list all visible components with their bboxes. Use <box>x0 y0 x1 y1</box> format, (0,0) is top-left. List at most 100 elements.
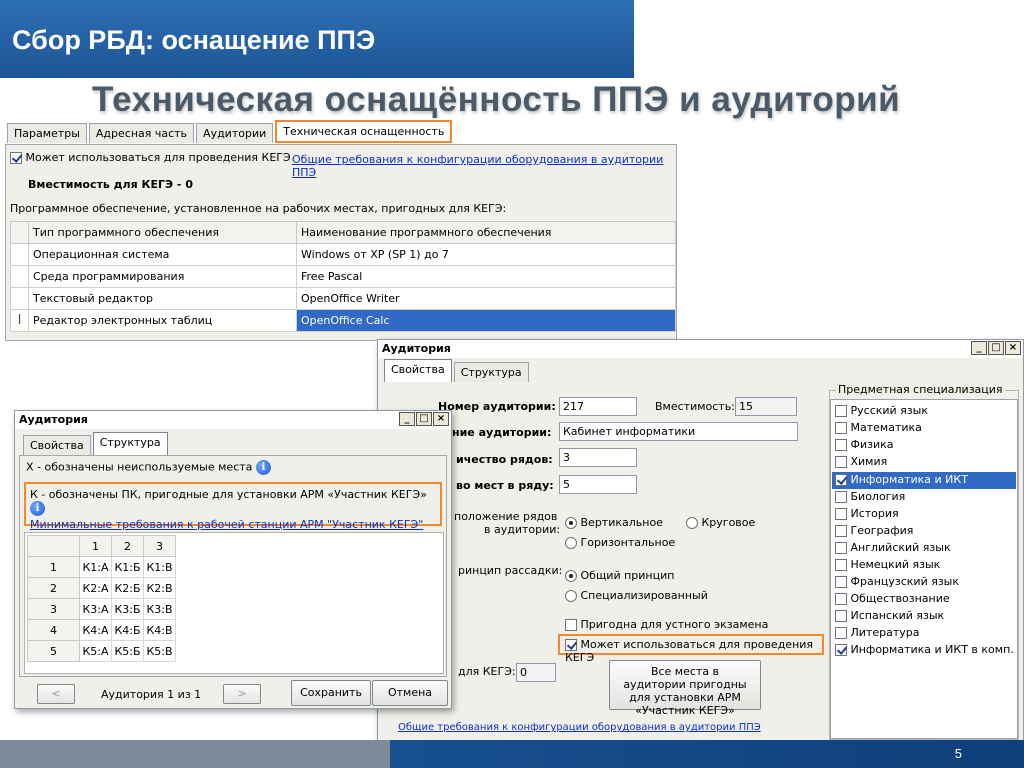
subject-item[interactable]: Химия <box>835 455 887 468</box>
number-input[interactable]: 217 <box>559 397 637 416</box>
layout-horizontal-radio[interactable] <box>565 537 577 549</box>
seating-general-radio[interactable] <box>565 570 577 582</box>
seat-cell[interactable]: К1:В <box>143 556 176 578</box>
seats-label: во мест в ряду: <box>456 479 554 492</box>
seat-cell[interactable]: К4:А <box>79 619 112 641</box>
props-title-bar: Аудитория _ □ × <box>378 340 1023 358</box>
kege-cap-input[interactable]: 0 <box>516 663 556 682</box>
rows-input[interactable]: 3 <box>559 448 637 467</box>
subjects-list[interactable]: Русский язык Математика Физика Химия Инф… <box>830 399 1018 739</box>
struct-panel: X - обозначены неиспользуемые места i К … <box>19 455 447 677</box>
seat-cell[interactable]: К5:А <box>79 640 112 662</box>
tab-address[interactable]: Адресная часть <box>88 123 195 143</box>
seat-cell[interactable]: К5:В <box>143 640 176 662</box>
subject-item-selected[interactable]: Информатика и ИКТ <box>832 472 1016 489</box>
layout-vertical-radio[interactable] <box>565 517 577 529</box>
kege-row-highlighted[interactable]: Может использоваться для проведения КЕГЭ <box>558 634 824 664</box>
subject-item[interactable]: История <box>835 507 899 520</box>
tab-properties[interactable]: Свойства <box>23 435 91 455</box>
subject-item[interactable]: Русский язык <box>835 404 928 417</box>
seat-cell[interactable]: К1:А <box>79 556 112 578</box>
grid-row-header: 1 <box>27 556 80 578</box>
tab-structure[interactable]: Структура <box>453 362 529 382</box>
maximize-icon[interactable]: □ <box>988 341 1004 355</box>
seat-cell-focused[interactable]: К4:Б <box>111 619 144 641</box>
capacity-input[interactable]: 15 <box>735 397 797 416</box>
subject-item[interactable]: Французский язык <box>835 575 959 588</box>
main-tabbar: Параметры Адресная часть Аудитории Техни… <box>7 120 454 143</box>
tab-structure[interactable]: Структура <box>92 432 168 455</box>
props-kege-checkbox[interactable] <box>565 639 577 651</box>
save-button[interactable]: Сохранить <box>291 680 371 706</box>
close-icon[interactable]: × <box>1005 341 1021 355</box>
seat-cell[interactable]: К2:В <box>143 577 176 599</box>
info-icon[interactable]: i <box>255 460 271 475</box>
next-button[interactable]: > <box>223 684 261 704</box>
subject-item[interactable]: Литература <box>835 626 919 639</box>
seat-cell[interactable]: К3:А <box>79 598 112 620</box>
table-cell[interactable]: Среда программирования <box>28 265 297 288</box>
seat-cell[interactable]: К3:Б <box>111 598 144 620</box>
props-requirements-link[interactable]: Общие требования к конфигурации оборудов… <box>398 722 761 733</box>
subject-item[interactable]: Английский язык <box>835 541 951 554</box>
layout-option-horizontal[interactable]: Горизонтальное <box>565 536 675 549</box>
layout-option-circular[interactable]: Круговое <box>686 516 755 529</box>
seat-cell[interactable]: К5:Б <box>111 640 144 662</box>
name-input[interactable]: Кабинет информатики <box>559 422 798 441</box>
tab-tech-equipment[interactable]: Техническая оснащенность <box>275 120 453 143</box>
table-cell[interactable]: Текстовый редактор <box>28 287 297 310</box>
cancel-button[interactable]: Отмена <box>372 680 448 706</box>
maximize-icon[interactable]: □ <box>416 412 432 426</box>
subject-item[interactable]: Информатика и ИКТ в комп. фс <box>835 643 1017 656</box>
table-cell[interactable]: Операционная система <box>28 243 297 266</box>
seating-option-general[interactable]: Общий принцип <box>565 569 674 582</box>
all-places-button[interactable]: Все места в аудитории пригодны для устан… <box>609 660 761 717</box>
col-header-type[interactable]: Тип программного обеспечения <box>28 221 297 244</box>
layout-circular-radio[interactable] <box>686 517 698 529</box>
minimize-icon[interactable]: _ <box>399 412 415 426</box>
seat-cell[interactable]: К2:Б <box>111 577 144 599</box>
seats-input[interactable]: 5 <box>559 475 637 494</box>
subject-item[interactable]: Испанский язык <box>835 609 944 622</box>
seat-cell[interactable]: К2:А <box>79 577 112 599</box>
subject-item[interactable]: Биология <box>835 490 905 503</box>
tab-auditoriums[interactable]: Аудитории <box>196 123 274 143</box>
table-cell[interactable]: Редактор электронных таблиц <box>28 309 297 332</box>
seat-cell[interactable]: К4:В <box>143 619 176 641</box>
seating-option-special[interactable]: Специализированный <box>565 589 708 602</box>
table-cell[interactable]: Free Pascal <box>296 265 676 288</box>
table-cell-selected[interactable]: OpenOffice Calc <box>296 309 676 332</box>
table-row[interactable]: Операционная система Windows от XP (SP 1… <box>10 243 676 266</box>
oral-row[interactable]: Пригодна для устного экзамена <box>565 618 768 631</box>
prev-button[interactable]: < <box>37 684 75 704</box>
record-counter: Аудитория 1 из 1 <box>101 688 202 701</box>
seat-cell[interactable]: К1:Б <box>111 556 144 578</box>
subject-item[interactable]: Математика <box>835 421 922 434</box>
subject-item[interactable]: Обществознание <box>835 592 950 605</box>
page-number: 5 <box>954 746 962 761</box>
minimize-icon[interactable]: _ <box>971 341 987 355</box>
min-requirements-link[interactable]: Минимальные требования к рабочей станции… <box>30 518 436 531</box>
close-icon[interactable]: × <box>433 412 449 426</box>
tab-parameters[interactable]: Параметры <box>7 123 87 143</box>
subject-item[interactable]: Немецкий язык <box>835 558 940 571</box>
table-cell[interactable]: OpenOffice Writer <box>296 287 676 310</box>
table-row[interactable]: Среда программирования Free Pascal <box>10 265 676 288</box>
subject-item[interactable]: Физика <box>835 438 894 451</box>
table-row-selected[interactable]: I Редактор электронных таблиц OpenOffice… <box>10 309 676 332</box>
props-tabbar: Свойства Структура <box>384 359 531 382</box>
seat-cell[interactable]: К3:В <box>143 598 176 620</box>
layout-option-vertical[interactable]: Вертикальное <box>565 516 663 529</box>
info-icon[interactable]: i <box>30 501 45 516</box>
kege-checkbox[interactable] <box>10 152 22 164</box>
tab-properties[interactable]: Свойства <box>384 359 452 382</box>
slide-header: Сбор РБД: оснащение ППЭ <box>0 0 634 78</box>
table-cell[interactable]: Windows от XP (SP 1) до 7 <box>296 243 676 266</box>
seating-special-radio[interactable] <box>565 590 577 602</box>
table-row[interactable]: Текстовый редактор OpenOffice Writer <box>10 287 676 310</box>
requirements-link[interactable]: Общие требования к конфигурации оборудов… <box>292 153 676 179</box>
struct-title-bar: Аудитория _ □ × <box>15 411 451 429</box>
subject-item[interactable]: География <box>835 524 913 537</box>
col-header-name[interactable]: Наименование программного обеспечения <box>296 221 676 244</box>
oral-checkbox[interactable] <box>565 619 577 631</box>
